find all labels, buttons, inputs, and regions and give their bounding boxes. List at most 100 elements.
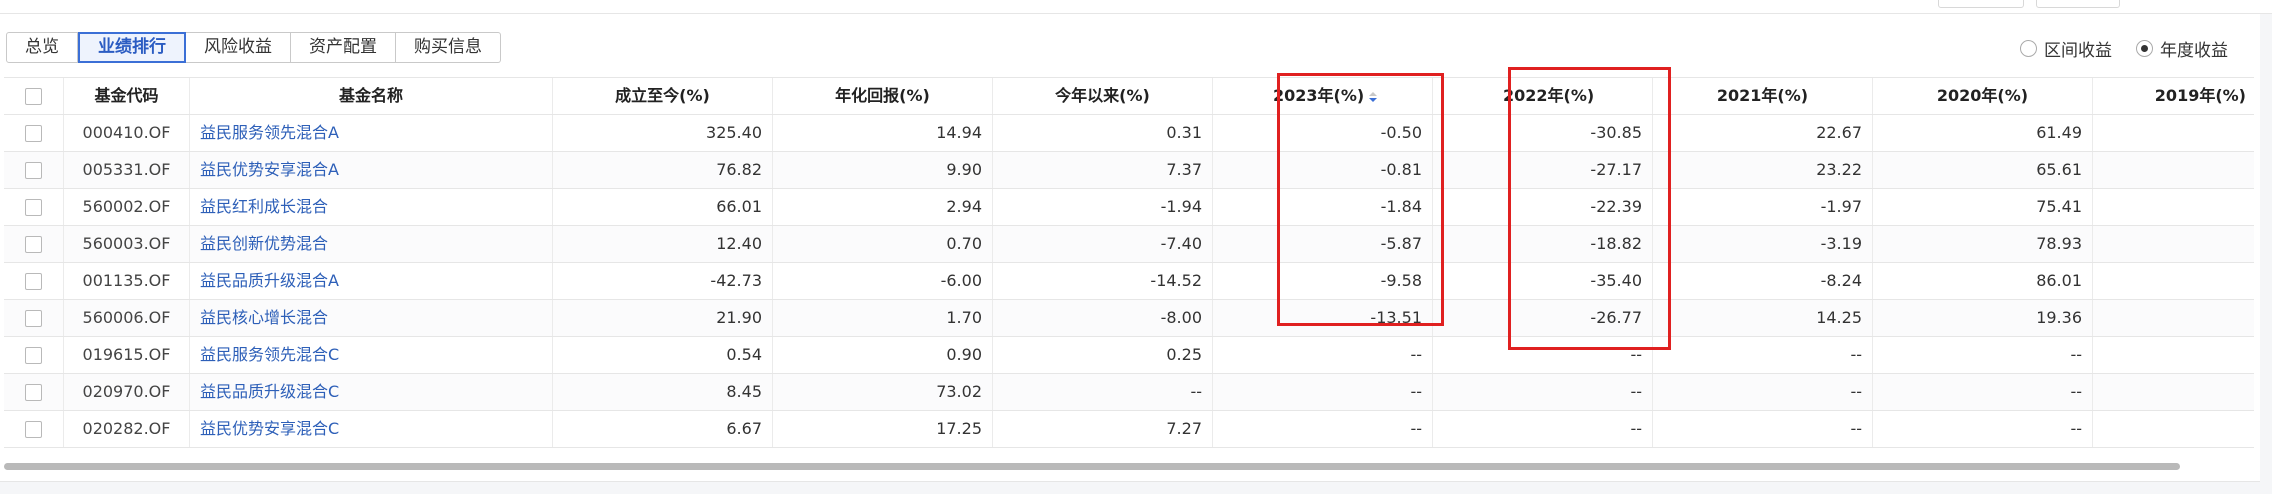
cell-fund-code: 001135.OF: [64, 263, 190, 299]
cell-annualized: 9.90: [773, 152, 993, 188]
cell-fund-code: 000410.OF: [64, 115, 190, 151]
tab-0[interactable]: 总览: [6, 32, 78, 63]
cell-y2022: --: [1433, 337, 1653, 373]
view-tabs: 总览 业绩排行 风险收益 资产配置 购买信息: [6, 32, 501, 63]
cell-since-inception: 66.01: [553, 189, 773, 225]
table-row[interactable]: 019615.OF 益民服务领先混合C 0.54 0.90 0.25 -- -- -- --: [4, 337, 2254, 374]
cell-y2023: -9.58: [1213, 263, 1433, 299]
cell-y2023: -1.84: [1213, 189, 1433, 225]
cell-y2020: 65.61: [1873, 152, 2093, 188]
tab-2[interactable]: 风险收益: [186, 32, 291, 63]
table-row[interactable]: 560002.OF 益民红利成长混合 66.01 2.94 -1.94 -1.84 -22.…: [4, 189, 2254, 226]
cell-fund-name[interactable]: 益民品质升级混合C: [190, 374, 553, 410]
radio-label: 区间收益: [2044, 41, 2112, 61]
row-checkbox[interactable]: [25, 272, 42, 290]
radio-option-0[interactable]: 区间收益: [2020, 36, 2112, 61]
cell-since-inception: 8.45: [553, 374, 773, 410]
cell-annualized: 1.70: [773, 300, 993, 336]
toolbar-button-partial[interactable]: [1938, 0, 2024, 8]
cell-fund-name[interactable]: 益民品质升级混合A: [190, 263, 553, 299]
cell-y2021: --: [1653, 337, 1873, 373]
column-header-fund-name[interactable]: 基金名称: [190, 78, 553, 114]
cell-fund-name[interactable]: 益民优势安享混合C: [190, 411, 553, 447]
radio-button-icon[interactable]: [2020, 40, 2037, 57]
cell-y2022: -26.77: [1433, 300, 1653, 336]
row-checkbox-cell[interactable]: [4, 337, 64, 373]
row-checkbox-cell[interactable]: [4, 374, 64, 410]
fund-table: 基金代码 基金名称 成立至今(%) 年化回报(%) 今年以来(%) 2023年(…: [4, 77, 2254, 448]
row-checkbox-cell[interactable]: [4, 226, 64, 262]
cell-y2020: 19.36: [1873, 300, 2093, 336]
row-checkbox[interactable]: [25, 124, 42, 142]
cell-annualized: 73.02: [773, 374, 993, 410]
row-checkbox-cell[interactable]: [4, 152, 64, 188]
cell-fund-name[interactable]: 益民核心增长混合: [190, 300, 553, 336]
table-row[interactable]: 005331.OF 益民优势安享混合A 76.82 9.90 7.37 -0.81 -27.…: [4, 152, 2254, 189]
cell-y2019: [2093, 411, 2254, 447]
row-checkbox-cell[interactable]: [4, 263, 64, 299]
cell-fund-code: 020282.OF: [64, 411, 190, 447]
column-header-annualized[interactable]: 年化回报(%): [773, 78, 993, 114]
table-row[interactable]: 020970.OF 益民品质升级混合C 8.45 73.02 -- -- -- -- --: [4, 374, 2254, 411]
cell-fund-name[interactable]: 益民服务领先混合C: [190, 337, 553, 373]
table-row[interactable]: 001135.OF 益民品质升级混合A -42.73 -6.00 -14.52 -9.58…: [4, 263, 2254, 300]
tab-1[interactable]: 业绩排行: [78, 32, 186, 63]
column-header-2023[interactable]: 2023年(%): [1213, 78, 1433, 114]
cell-fund-name[interactable]: 益民服务领先混合A: [190, 115, 553, 151]
row-checkbox[interactable]: [25, 235, 42, 253]
cell-ytd: 7.37: [993, 152, 1213, 188]
cell-fund-code: 560006.OF: [64, 300, 190, 336]
cell-y2023: -13.51: [1213, 300, 1433, 336]
column-header-2021[interactable]: 2021年(%): [1653, 78, 1873, 114]
row-checkbox-cell[interactable]: [4, 115, 64, 151]
select-all-checkbox[interactable]: [25, 87, 42, 105]
cell-ytd: -1.94: [993, 189, 1213, 225]
cell-annualized: 0.70: [773, 226, 993, 262]
cell-fund-name[interactable]: 益民创新优势混合: [190, 226, 553, 262]
cell-y2020: --: [1873, 374, 2093, 410]
row-checkbox[interactable]: [25, 383, 42, 401]
cell-ytd: 0.25: [993, 337, 1213, 373]
cell-y2019: [2093, 189, 2254, 225]
cell-ytd: --: [993, 374, 1213, 410]
row-checkbox[interactable]: [25, 198, 42, 216]
tab-3[interactable]: 资产配置: [291, 32, 396, 63]
row-checkbox-cell[interactable]: [4, 411, 64, 447]
row-checkbox[interactable]: [25, 161, 42, 179]
radio-button-icon[interactable]: [2136, 40, 2153, 57]
row-checkbox-cell[interactable]: [4, 300, 64, 336]
cell-fund-name[interactable]: 益民优势安享混合A: [190, 152, 553, 188]
column-header-2020[interactable]: 2020年(%): [1873, 78, 2093, 114]
row-checkbox-cell[interactable]: [4, 189, 64, 225]
cell-annualized: 14.94: [773, 115, 993, 151]
tab-4[interactable]: 购买信息: [396, 32, 501, 63]
cell-y2023: -0.50: [1213, 115, 1433, 151]
cell-fund-name[interactable]: 益民红利成长混合: [190, 189, 553, 225]
cell-y2019: [2093, 115, 2254, 151]
select-all-checkbox-cell[interactable]: [4, 78, 64, 114]
cell-fund-code: 005331.OF: [64, 152, 190, 188]
table-row[interactable]: 560003.OF 益民创新优势混合 12.40 0.70 -7.40 -5.87 -18.…: [4, 226, 2254, 263]
cell-since-inception: 21.90: [553, 300, 773, 336]
cell-y2019: [2093, 300, 2254, 336]
column-header-2022[interactable]: 2022年(%): [1433, 78, 1653, 114]
row-checkbox[interactable]: [25, 420, 42, 438]
column-header-since-inception[interactable]: 成立至今(%): [553, 78, 773, 114]
toolbar-button-partial[interactable]: [2036, 0, 2120, 8]
row-checkbox[interactable]: [25, 346, 42, 364]
radio-option-1[interactable]: 年度收益: [2136, 36, 2228, 61]
cell-fund-code: 020970.OF: [64, 374, 190, 410]
table-row[interactable]: 020282.OF 益民优势安享混合C 6.67 17.25 7.27 -- -- -- --: [4, 411, 2254, 448]
cell-annualized: 2.94: [773, 189, 993, 225]
sort-desc-icon[interactable]: [1369, 91, 1378, 102]
column-header-2019[interactable]: 2019年(%): [2093, 78, 2254, 114]
table-header-row: 基金代码 基金名称 成立至今(%) 年化回报(%) 今年以来(%) 2023年(…: [4, 77, 2254, 115]
table-row[interactable]: 000410.OF 益民服务领先混合A 325.40 14.94 0.31 -0.50 -3…: [4, 115, 2254, 152]
radio-label: 年度收益: [2160, 41, 2228, 61]
horizontal-scrollbar[interactable]: [4, 463, 2180, 470]
column-header-fund-code[interactable]: 基金代码: [64, 78, 190, 114]
row-checkbox[interactable]: [25, 309, 42, 327]
column-header-ytd[interactable]: 今年以来(%): [993, 78, 1213, 114]
cell-y2022: --: [1433, 374, 1653, 410]
table-row[interactable]: 560006.OF 益民核心增长混合 21.90 1.70 -8.00 -13.51 -26…: [4, 300, 2254, 337]
